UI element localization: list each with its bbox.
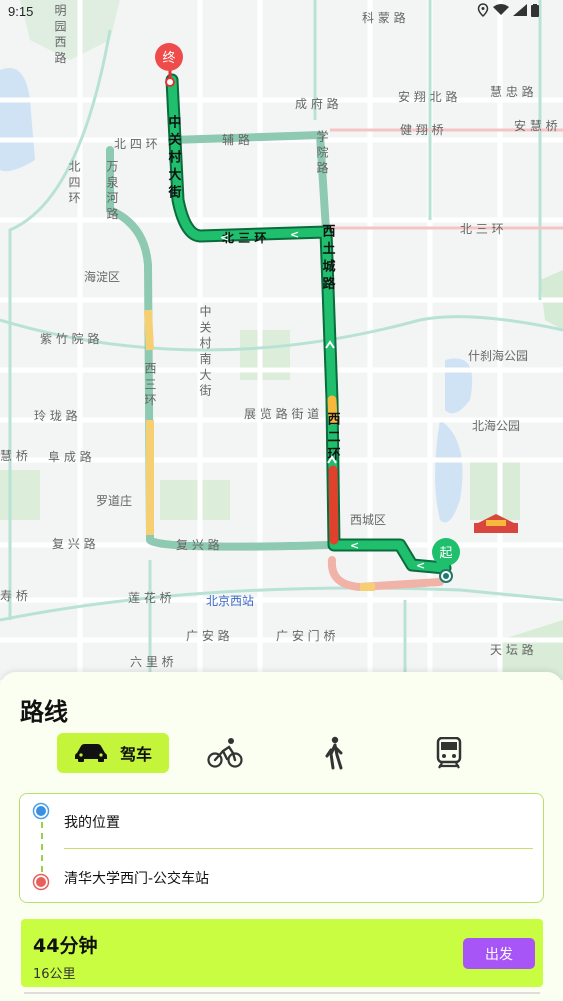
destination-field[interactable]: 清华大学西门-公交车站: [64, 868, 209, 888]
status-bar: 9:15: [0, 0, 563, 24]
map-label: 广 安 路: [186, 628, 230, 643]
map-label: 安 慧 桥: [514, 118, 558, 133]
map-label: 健 翔 桥: [400, 123, 444, 137]
tab-walk[interactable]: [322, 733, 346, 773]
go-button[interactable]: 出发: [463, 938, 535, 969]
map-label: 海淀区: [84, 269, 120, 284]
map-label: 莲 花 桥: [128, 590, 172, 605]
route-duration: 44分钟: [33, 935, 98, 957]
map-label: 北 三 环: [460, 222, 504, 236]
svg-text:终: 终: [162, 50, 175, 66]
map-label: 展 览 路 街 道: [244, 406, 319, 421]
tab-transit[interactable]: [435, 733, 463, 773]
map-view[interactable]: 终 起 科 蒙 路 成 府 路 安 翔 北 路 慧 忠 路 健 翔 桥 安 慧 …: [0, 0, 563, 680]
map-label: 中 关 村 南 大 街: [198, 304, 212, 397]
route-label: 中 关 村 大 街: [166, 114, 183, 199]
map-label: 安 翔 北 路: [398, 89, 457, 104]
status-time: 9:15: [8, 4, 34, 19]
route-label: 西 土 城 路: [320, 224, 336, 290]
map-label: 什刹海公园: [468, 348, 528, 363]
route-panel: 路线 驾车 我的位置 清华大学西门-公交车站 44分钟 16公里 出发: [0, 672, 563, 1001]
map-label: 复 兴 路: [52, 536, 96, 551]
route-input-card: 我的位置 清华大学西门-公交车站: [19, 793, 544, 903]
map-label: 玲 珑 路: [34, 408, 78, 423]
car-icon: [74, 744, 107, 762]
wifi-icon: [493, 4, 509, 15]
map-label: 北京西站: [206, 594, 254, 608]
travel-mode-tabs: 驾车: [57, 733, 477, 775]
route-label: 西 二 环: [325, 412, 341, 461]
map-label: 慧 忠 路: [490, 84, 534, 99]
map-label: 天 坛 路: [490, 642, 534, 657]
panel-title: 路线: [20, 698, 68, 726]
status-icons: [477, 3, 539, 17]
route-direction-arrow: <: [350, 539, 359, 552]
train-icon: [436, 737, 462, 769]
map-label: 北海公园: [472, 418, 520, 433]
route-connector: [41, 822, 43, 872]
map-label: 成 府 路: [295, 96, 339, 111]
route-direction-arrow: <: [220, 231, 229, 244]
map-label: 西 三 环: [143, 362, 157, 406]
map-label: 北 四 环: [67, 160, 81, 204]
map-label: 西城区: [350, 513, 386, 527]
bicycle-icon: [207, 738, 243, 768]
home-indicator: [24, 992, 540, 994]
origin-dot-icon: [32, 802, 50, 820]
destination-pin-icon: [32, 873, 50, 891]
tab-drive[interactable]: 驾车: [57, 733, 169, 773]
route-distance: 16公里: [33, 967, 76, 982]
map-label: 万 泉 河 路: [105, 160, 119, 220]
map-label: 复 兴 路: [176, 537, 220, 552]
walk-icon: [325, 736, 343, 770]
map-canvas[interactable]: 终 起 科 蒙 路 成 府 路 安 翔 北 路 慧 忠 路 健 翔 桥 安 慧 …: [0, 0, 563, 680]
map-label: 阜 成 路: [48, 449, 92, 464]
map-label: 紫 竹 院 路: [40, 331, 99, 346]
battery-icon: [531, 3, 539, 17]
map-label: 北 四 环: [114, 137, 158, 151]
origin-field[interactable]: 我的位置: [64, 812, 120, 832]
divider: [64, 848, 533, 849]
tab-bike[interactable]: [207, 733, 243, 773]
map-label: 辅 路: [222, 132, 250, 147]
map-label: 学 院 路: [315, 129, 329, 175]
map-label: 六 里 桥: [130, 655, 174, 669]
tab-drive-label: 驾车: [119, 745, 152, 764]
signal-icon: [513, 4, 527, 16]
location-icon: [477, 3, 489, 17]
map-label: 寿 桥: [0, 589, 28, 603]
svg-text:起: 起: [439, 546, 452, 561]
route-result-card[interactable]: 44分钟 16公里 出发: [21, 919, 543, 987]
map-label: 慧 桥: [0, 448, 28, 463]
map-label: 罗道庄: [96, 493, 132, 508]
route-direction-arrow: <: [416, 559, 425, 572]
route-direction-arrow: <: [290, 228, 299, 241]
map-label: 广 安 门 桥: [276, 628, 335, 643]
